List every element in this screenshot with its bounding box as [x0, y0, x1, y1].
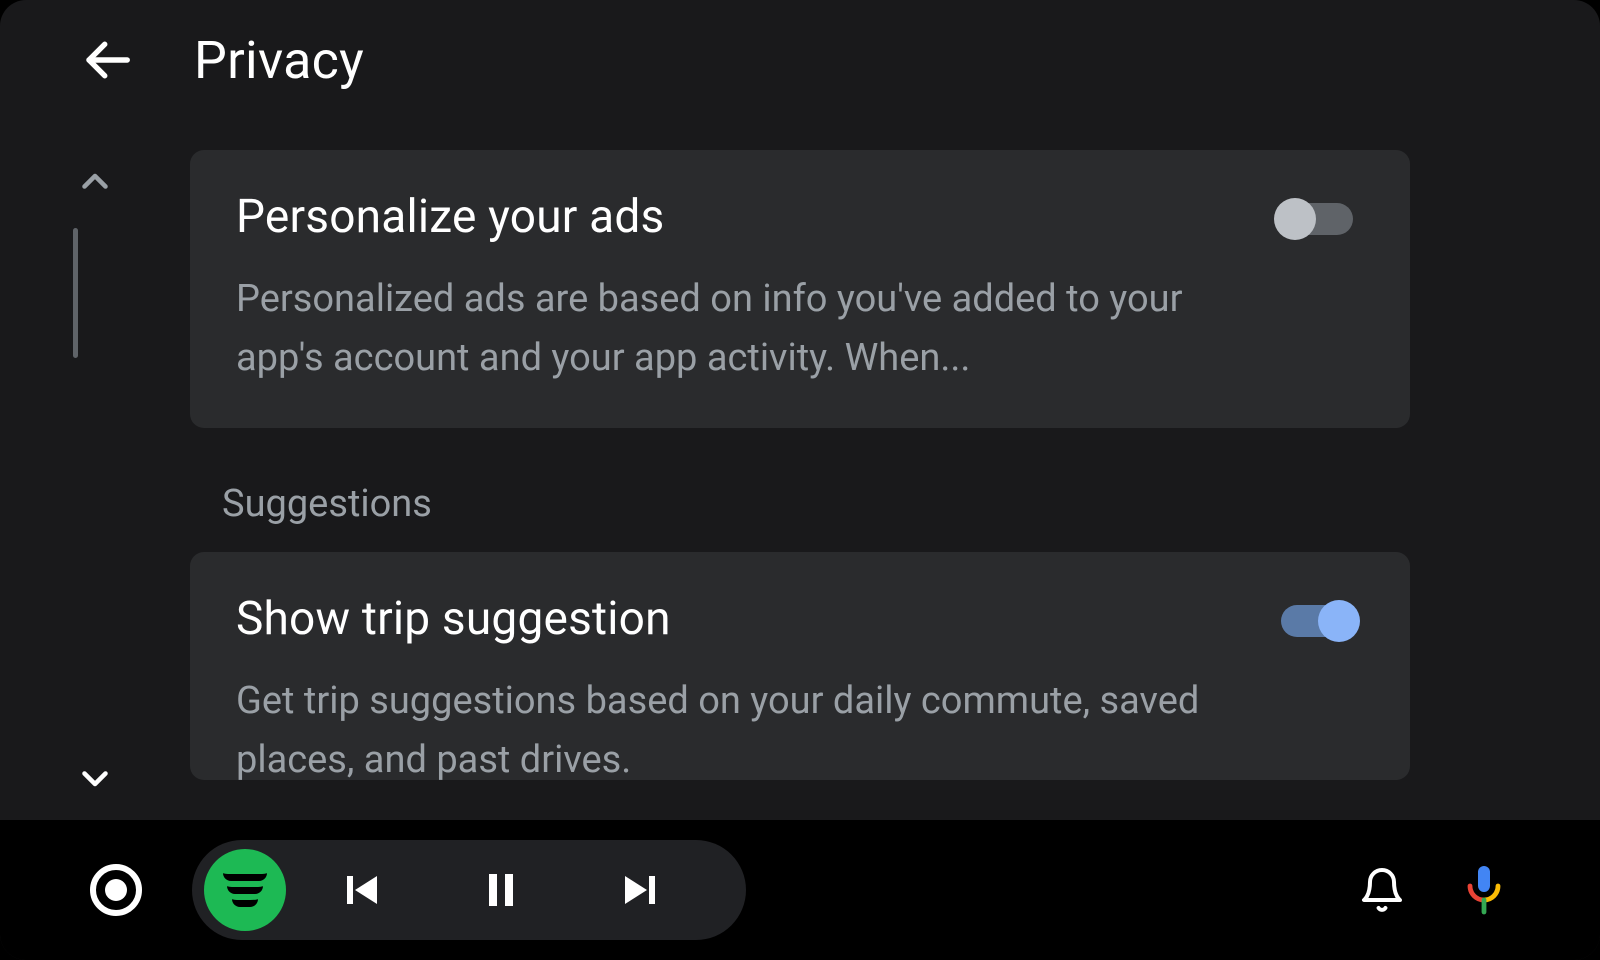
setting-description: Get trip suggestions based on your daily… — [236, 672, 1234, 780]
spotify-icon — [223, 873, 267, 907]
pause-icon — [477, 866, 525, 914]
section-label-suggestions: Suggestions — [222, 482, 1410, 526]
notifications-button[interactable] — [1356, 864, 1408, 916]
toggle-knob — [1274, 198, 1316, 240]
microphone-icon — [1460, 864, 1508, 916]
media-app-button[interactable] — [204, 849, 286, 931]
header: Privacy — [0, 0, 1600, 120]
setting-description: Personalized ads are based on info you'v… — [236, 270, 1234, 388]
setting-title: Show trip suggestion — [236, 592, 1234, 646]
media-controls — [192, 840, 746, 940]
home-button[interactable] — [90, 864, 142, 916]
toggle-personalize-ads[interactable] — [1274, 196, 1360, 242]
previous-track-button[interactable] — [296, 866, 426, 914]
setting-title: Personalize your ads — [236, 190, 1234, 244]
settings-screen: Privacy Personalize your ads Personalize… — [0, 0, 1600, 960]
skip-next-icon — [617, 866, 665, 914]
toggle-knob — [1318, 600, 1360, 642]
skip-previous-icon — [337, 866, 385, 914]
page-title: Privacy — [194, 30, 364, 91]
voice-assistant-button[interactable] — [1458, 864, 1510, 916]
setting-row-personalize-ads[interactable]: Personalize your ads Personalized ads ar… — [190, 150, 1410, 428]
setting-text: Personalize your ads Personalized ads ar… — [236, 190, 1274, 388]
system-bottom-bar — [0, 820, 1600, 960]
setting-text: Show trip suggestion Get trip suggestion… — [236, 592, 1274, 780]
back-button[interactable] — [80, 33, 134, 87]
toggle-show-trip-suggestion[interactable] — [1274, 598, 1360, 644]
bell-icon — [1358, 866, 1406, 914]
play-pause-button[interactable] — [436, 866, 566, 914]
content-area: Personalize your ads Personalized ads ar… — [0, 150, 1600, 820]
setting-row-show-trip-suggestion[interactable]: Show trip suggestion Get trip suggestion… — [190, 552, 1410, 780]
arrow-left-icon — [80, 33, 134, 87]
next-track-button[interactable] — [576, 866, 706, 914]
